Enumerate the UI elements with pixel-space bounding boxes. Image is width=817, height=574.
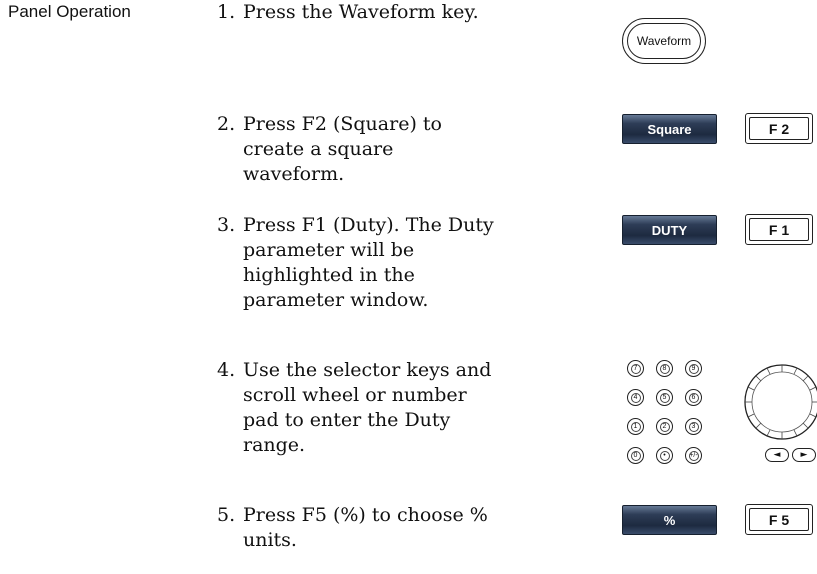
numpad-key-5[interactable]: 5 [656, 389, 673, 406]
scroll-wheel-icon[interactable] [743, 363, 817, 441]
numpad-key-2[interactable]: 2 [656, 418, 673, 435]
step-number: 1. [217, 1, 236, 23]
numpad-key-9[interactable]: 9 [685, 360, 702, 377]
f1-key[interactable]: F 1 [745, 214, 813, 245]
step-text: Press the Waveform key. [243, 1, 479, 23]
waveform-key[interactable]: Waveform [622, 18, 706, 64]
numpad-key-decimal[interactable]: • [656, 447, 673, 464]
step-1: 1. Press the Waveform key. [217, 0, 499, 25]
step-number: 4. [217, 359, 236, 381]
number-pad: 7 8 9 4 5 6 1 2 3 0 • +/- [627, 360, 719, 472]
step-2: 2. Press F2 (Square) to create a square … [217, 112, 499, 187]
f5-key[interactable]: F 5 [745, 504, 813, 535]
numpad-key-6[interactable]: 6 [685, 389, 702, 406]
left-arrow-key-icon[interactable]: ◄ [765, 448, 789, 462]
numpad-key-plus-minus[interactable]: +/- [685, 447, 702, 464]
step-text: Press F2 (Square) to create a square wav… [243, 113, 442, 185]
numpad-key-8[interactable]: 8 [656, 360, 673, 377]
f2-key[interactable]: F 2 [745, 113, 813, 144]
step-number: 3. [217, 214, 236, 236]
waveform-key-label: Waveform [627, 23, 701, 59]
step-5: 5. Press F5 (%) to choose % units. [217, 503, 499, 553]
numpad-key-0[interactable]: 0 [627, 447, 644, 464]
f1-key-label: F 1 [749, 218, 809, 241]
f5-key-label: F 5 [749, 508, 809, 531]
numpad-key-3[interactable]: 3 [685, 418, 702, 435]
step-number: 5. [217, 504, 236, 526]
step-3: 3. Press F1 (Duty). The Duty parameter w… [217, 213, 499, 313]
percent-softkey[interactable]: % [622, 505, 717, 535]
step-text: Press F1 (Duty). The Duty parameter will… [243, 214, 494, 311]
square-softkey[interactable]: Square [622, 114, 717, 144]
f2-key-label: F 2 [749, 117, 809, 140]
duty-softkey[interactable]: DUTY [622, 215, 717, 245]
section-label: Panel Operation [8, 2, 131, 21]
step-text: Press F5 (%) to choose % units. [243, 504, 488, 551]
step-4: 4. Use the selector keys and scroll whee… [217, 358, 499, 458]
numpad-key-4[interactable]: 4 [627, 389, 644, 406]
numpad-key-7[interactable]: 7 [627, 360, 644, 377]
numpad-key-1[interactable]: 1 [627, 418, 644, 435]
right-arrow-key-icon[interactable]: ► [792, 448, 816, 462]
step-number: 2. [217, 113, 236, 135]
step-text: Use the selector keys and scroll wheel o… [243, 359, 492, 456]
